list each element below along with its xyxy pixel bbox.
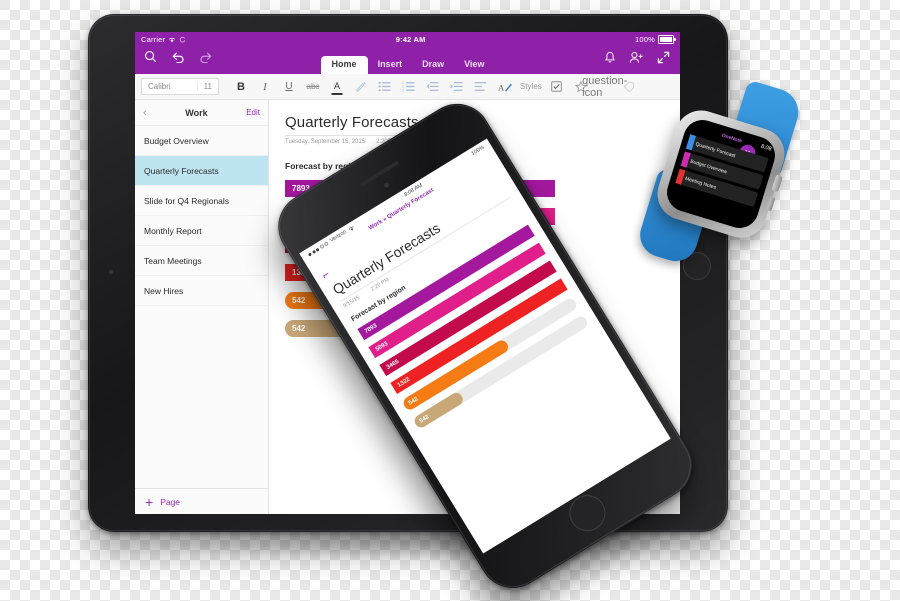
redo-icon[interactable]	[199, 51, 213, 63]
font-selector[interactable]: Calibri 11	[141, 78, 219, 95]
page-list: Budget Overview Quarterly Forecasts Slid…	[135, 126, 268, 488]
add-person-icon[interactable]	[629, 51, 644, 64]
increase-indent-icon[interactable]	[445, 74, 469, 99]
iphone-page-time: 2:20 PM	[369, 276, 391, 293]
sync-icon	[180, 36, 186, 42]
iphone-camera	[381, 180, 392, 191]
decrease-indent-icon[interactable]	[421, 74, 445, 99]
tab-draw[interactable]: Draw	[412, 60, 454, 74]
italic-button[interactable]: I	[253, 74, 277, 99]
watch-screen: OneNote 8:08 ✕ Quarterly Forecast Budget…	[662, 115, 780, 233]
status-right: 100%	[635, 34, 676, 44]
back-icon[interactable]: ⌐	[319, 267, 332, 283]
watch-side-button[interactable]	[766, 196, 776, 212]
strikethrough-button[interactable]: abc	[301, 74, 325, 99]
styles-icon[interactable]: A	[493, 74, 517, 99]
formatting-ribbon: Calibri 11 B I U abc A 1 2 3 A Styles qu…	[135, 74, 680, 100]
sidebar-item-quarterly-forecasts[interactable]: Quarterly Forecasts	[135, 156, 268, 186]
sidebar-item-slide-for-q4-regionals[interactable]: Slide for Q4 Regionals	[135, 186, 268, 216]
scene: Carrier 9:42 AM 100% Home Insert Draw Vi…	[0, 0, 900, 601]
nav-right-icons	[604, 51, 670, 64]
chevron-left-icon[interactable]: ‹	[143, 107, 147, 119]
font-size-value[interactable]: 11	[196, 82, 218, 91]
carrier-label: Carrier	[141, 34, 166, 44]
svg-text:3: 3	[402, 89, 404, 92]
plus-icon: +	[145, 494, 154, 510]
ipad-nav-bar: Home Insert Draw View	[135, 46, 680, 74]
undo-icon[interactable]	[171, 51, 185, 63]
font-name-value[interactable]: Calibri	[142, 82, 197, 91]
tab-insert[interactable]: Insert	[368, 60, 413, 74]
notebook-sidebar: ‹ Work Edit Budget Overview Quarterly Fo…	[135, 100, 269, 514]
tab-view[interactable]: View	[454, 60, 494, 74]
iphone-speaker	[359, 160, 400, 187]
checkbox-icon[interactable]	[545, 74, 569, 99]
add-page-label: Page	[160, 497, 181, 507]
ribbon-tabs: Home Insert Draw View	[320, 46, 495, 74]
sidebar-item-new-hires[interactable]: New Hires	[135, 276, 268, 306]
watch-item-label: Meeting Notes	[684, 175, 717, 191]
sidebar-title: Work	[185, 107, 208, 118]
styles-label[interactable]: Styles	[517, 82, 545, 91]
expand-icon[interactable]	[657, 51, 670, 64]
font-color-icon[interactable]: A	[325, 74, 349, 99]
wifi-icon	[169, 37, 176, 42]
watch-app-name: OneNote	[721, 132, 743, 145]
align-left-icon[interactable]	[469, 74, 493, 99]
numbered-list-icon[interactable]: 1 2 3	[397, 74, 421, 99]
battery-percent: 100%	[635, 34, 655, 44]
sidebar-item-budget-overview[interactable]: Budget Overview	[135, 126, 268, 156]
ipad-camera	[108, 269, 114, 275]
svg-text:A: A	[498, 82, 505, 92]
bell-icon[interactable]	[604, 51, 616, 64]
battery-icon	[658, 34, 676, 44]
sidebar-item-team-meetings[interactable]: Team Meetings	[135, 246, 268, 276]
nav-left-icons	[144, 50, 213, 63]
status-time: 9:42 AM	[395, 34, 426, 44]
ipad-status-bar: Carrier 9:42 AM 100%	[135, 32, 680, 46]
sidebar-item-monthly-report[interactable]: Monthly Report	[135, 216, 268, 246]
tab-home[interactable]: Home	[320, 56, 368, 74]
add-page-button[interactable]: + Page	[135, 488, 268, 514]
bulleted-list-icon[interactable]	[373, 74, 397, 99]
page-date: Tuesday, September 15, 2015	[285, 139, 366, 145]
watch-time: 8:08	[760, 143, 773, 153]
question-icon[interactable]: question-icon	[582, 74, 627, 99]
highlighter-icon[interactable]	[349, 74, 373, 99]
edit-button[interactable]: Edit	[246, 108, 260, 117]
digital-crown[interactable]	[771, 174, 784, 193]
underline-button[interactable]: U	[277, 74, 301, 99]
status-left: Carrier	[141, 35, 186, 44]
sidebar-header: ‹ Work Edit	[135, 100, 268, 126]
bold-button[interactable]: B	[229, 74, 253, 99]
search-icon[interactable]	[144, 50, 157, 63]
watch-device: OneNote 8:08 ✕ Quarterly Forecast Budget…	[634, 79, 816, 267]
